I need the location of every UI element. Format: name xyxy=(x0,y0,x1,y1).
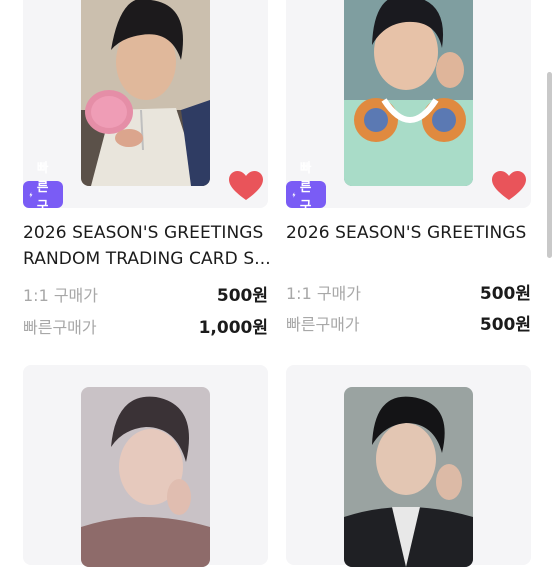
heart-icon[interactable] xyxy=(229,171,263,201)
product-title-line1[interactable]: 2026 SEASON'S GREETINGS xyxy=(23,220,263,246)
price-value: 1,000원 xyxy=(198,318,268,338)
product-photo xyxy=(81,0,210,186)
price-value: 500원 xyxy=(479,284,531,304)
quick-buy-badge: 빠른구매 xyxy=(286,160,326,232)
quick-buy-badge: 빠른구매 xyxy=(23,160,63,232)
product-photo xyxy=(344,0,473,186)
price-label: 1:1 구매가 xyxy=(286,284,361,303)
product-title-line2[interactable]: RANDOM TRADING CARD S... xyxy=(23,246,271,272)
lightning-icon xyxy=(29,191,33,198)
product-photo xyxy=(344,387,473,567)
price-value: 500원 xyxy=(479,315,531,335)
product-title-line1[interactable]: 2026 SEASON'S GREETINGS xyxy=(286,220,526,246)
price-row-1to1: 1:1 구매가 500원 xyxy=(23,283,268,309)
lightning-icon xyxy=(292,191,296,198)
price-label: 빠른구매가 xyxy=(286,315,360,334)
scrollbar[interactable] xyxy=(547,72,552,258)
price-value: 500원 xyxy=(216,286,268,306)
price-row-1to1: 1:1 구매가 500원 xyxy=(286,281,531,307)
heart-icon[interactable] xyxy=(492,171,526,201)
product-photo xyxy=(81,387,210,567)
price-label: 빠른구매가 xyxy=(23,318,97,337)
price-row-quick: 빠른구매가 1,000원 xyxy=(23,315,268,341)
price-row-quick: 빠른구매가 500원 xyxy=(286,312,531,338)
price-label: 1:1 구매가 xyxy=(23,286,98,305)
